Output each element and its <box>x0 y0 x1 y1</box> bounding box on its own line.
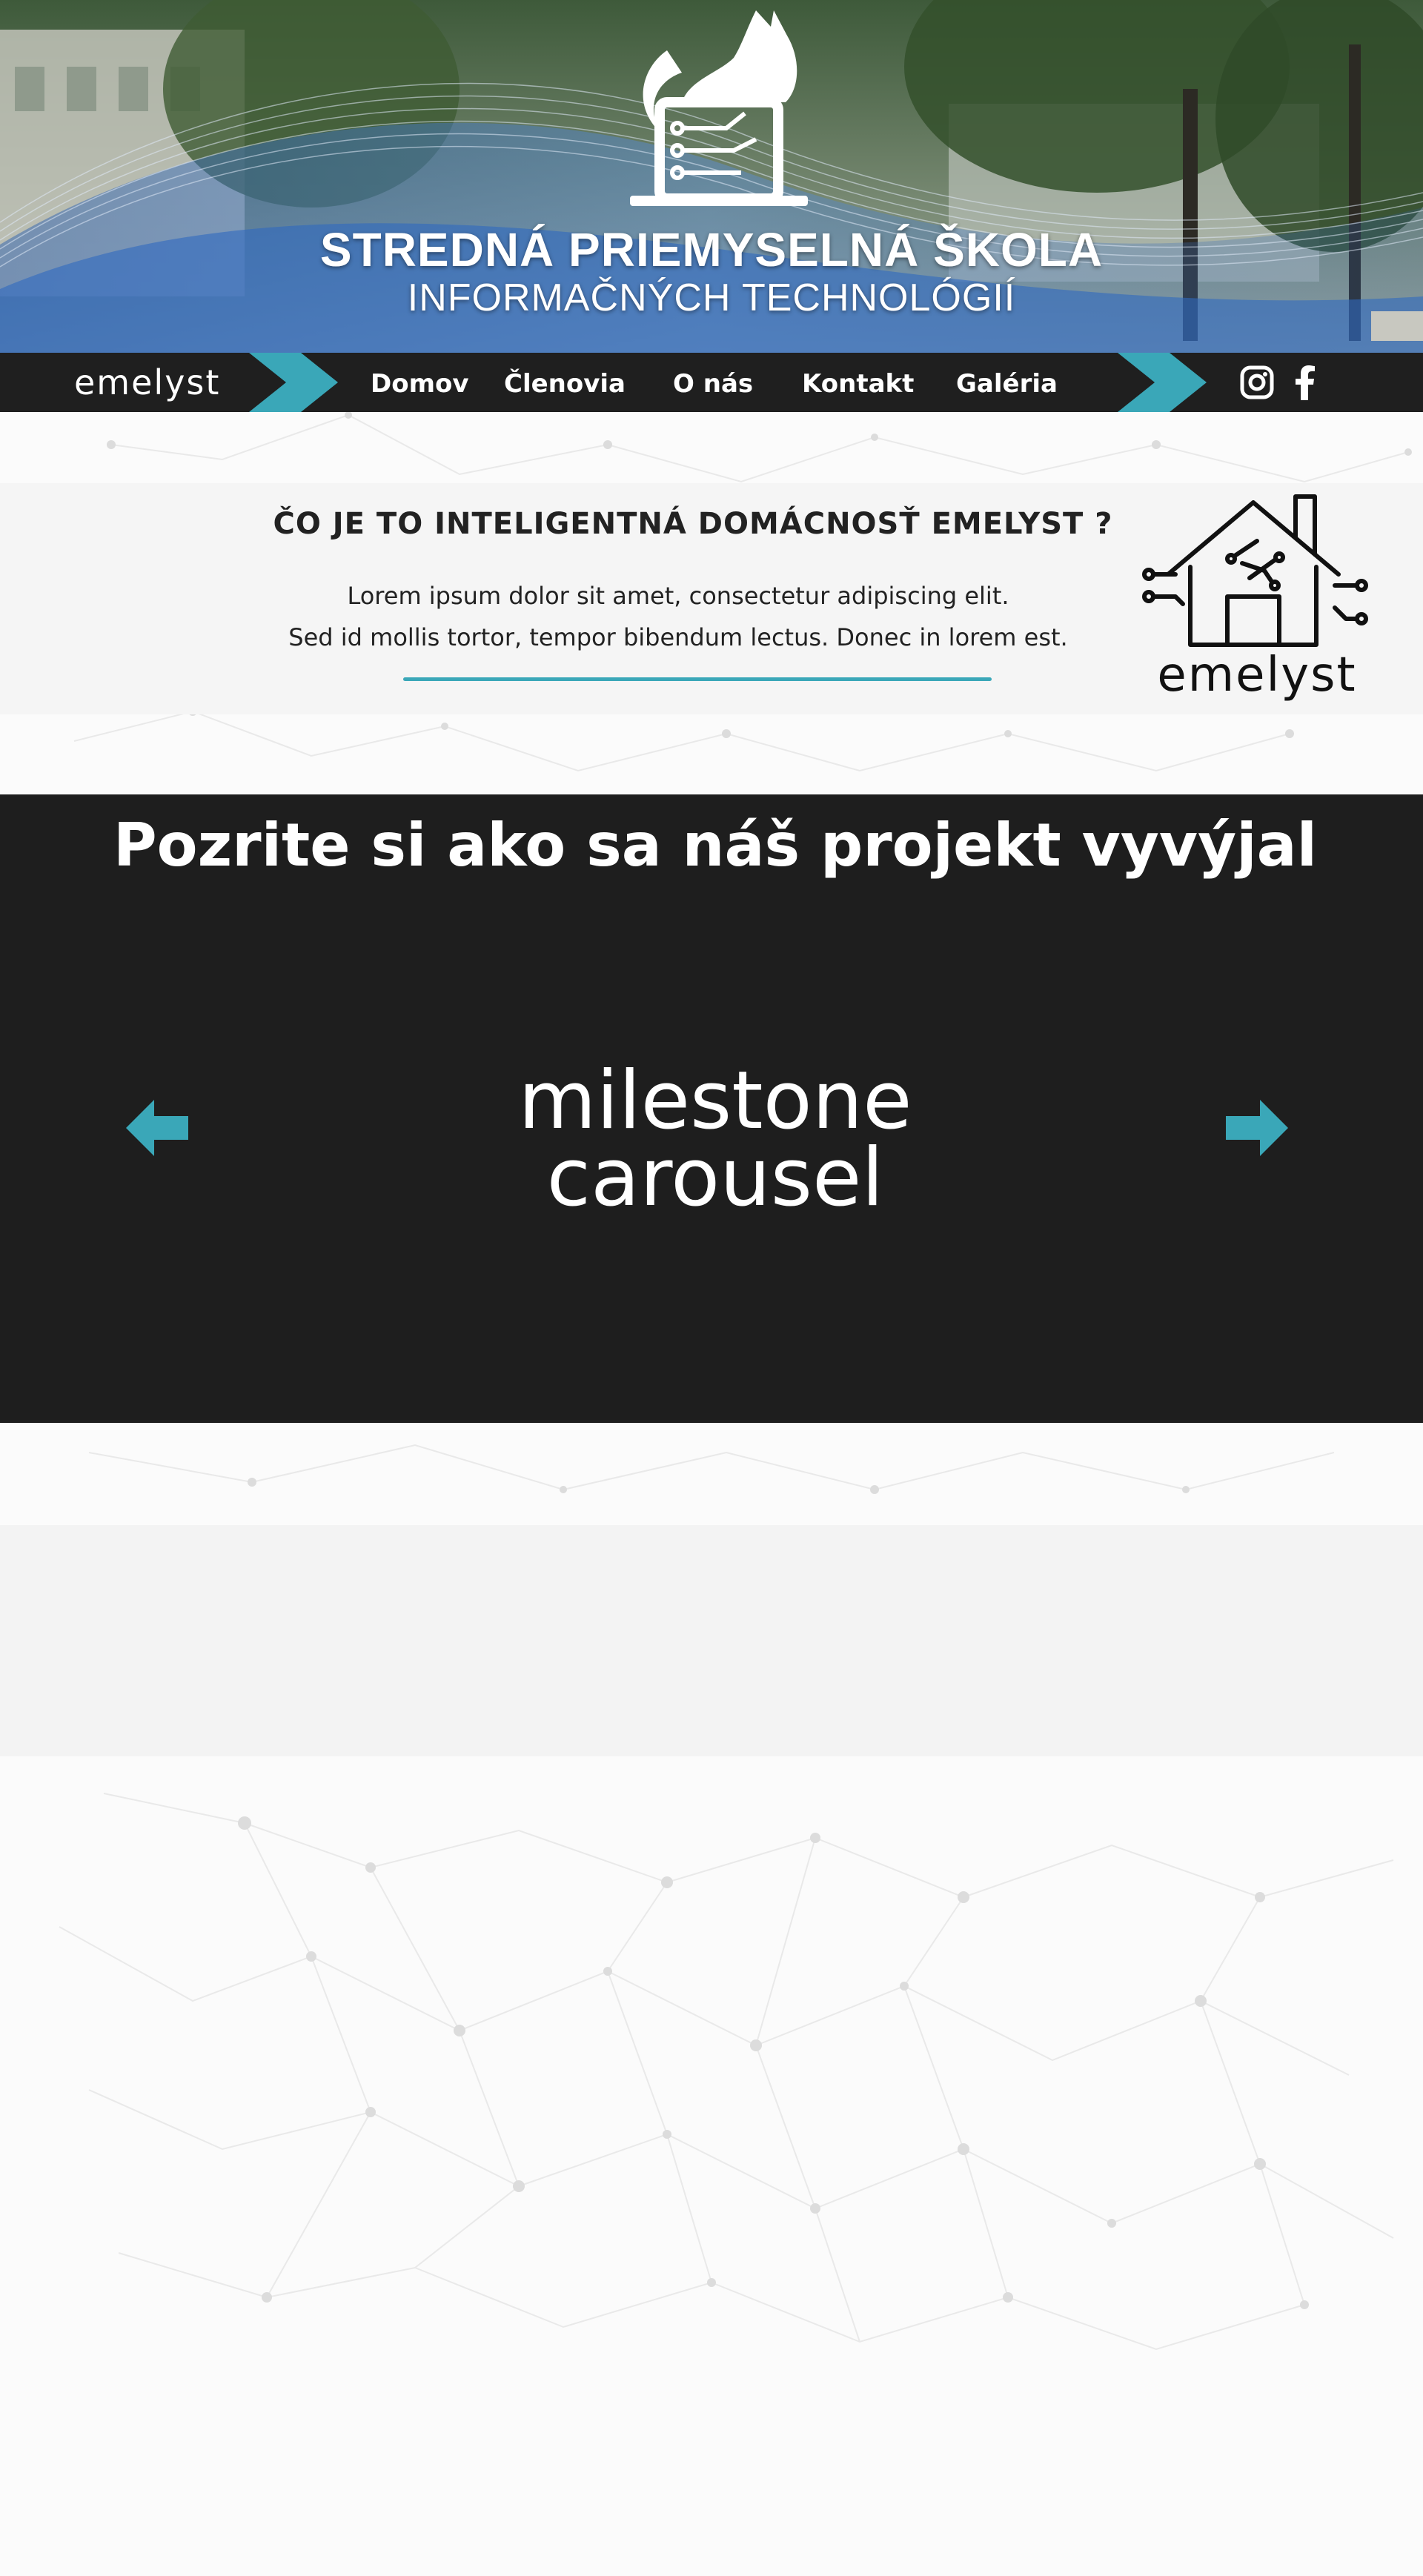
nav-link-galeria[interactable]: Galéria <box>956 369 1058 399</box>
nav-link-o-nas[interactable]: O nás <box>673 369 753 399</box>
carousel-line: carousel <box>546 1132 884 1224</box>
school-fox-logo <box>630 10 808 206</box>
chevron-right-icon <box>1118 353 1207 412</box>
nav-link-clenovia[interactable]: Členovia <box>504 369 626 399</box>
nav-link-kontakt[interactable]: Kontakt <box>802 369 914 399</box>
hero-banner: STREDNÁ PRIEMYSELNÁ ŠKOLA INFORMAČNÝCH T… <box>0 0 1423 353</box>
milestone-carousel[interactable]: milestone carousel <box>0 1055 1423 1224</box>
milestone-section: Pozrite si ako sa náš projekt vyvýjal mi… <box>0 794 1423 1423</box>
school-subtitle: INFORMAČNÝCH TECHNOLÓGIÍ <box>407 276 1016 319</box>
chevron-right-icon <box>249 353 338 412</box>
empty-content-band <box>0 1525 1423 1756</box>
house-logo-text: emelyst <box>1157 648 1356 703</box>
instagram-icon[interactable] <box>1239 365 1275 400</box>
accent-divider <box>403 677 992 681</box>
main-navigation: emelyst Domov Členovia O nás Kontakt Gal… <box>0 353 1423 412</box>
nav-link-domov[interactable]: Domov <box>371 369 469 399</box>
milestone-title: Pozrite si ako sa náš projekt vyvýjal <box>113 811 1318 880</box>
arrow-right-icon[interactable] <box>1226 1100 1288 1156</box>
intro-section: ČO JE TO INTELIGENTNÁ DOMÁCNOSŤ EMELYST … <box>0 483 1423 714</box>
carousel-line: milestone <box>518 1055 912 1147</box>
emelyst-house-logo: emelyst <box>1142 494 1368 703</box>
school-name: STREDNÁ PRIEMYSELNÁ ŠKOLA <box>319 223 1104 276</box>
facebook-icon[interactable] <box>1294 365 1316 400</box>
nav-brand-logo[interactable]: emelyst <box>74 362 220 403</box>
